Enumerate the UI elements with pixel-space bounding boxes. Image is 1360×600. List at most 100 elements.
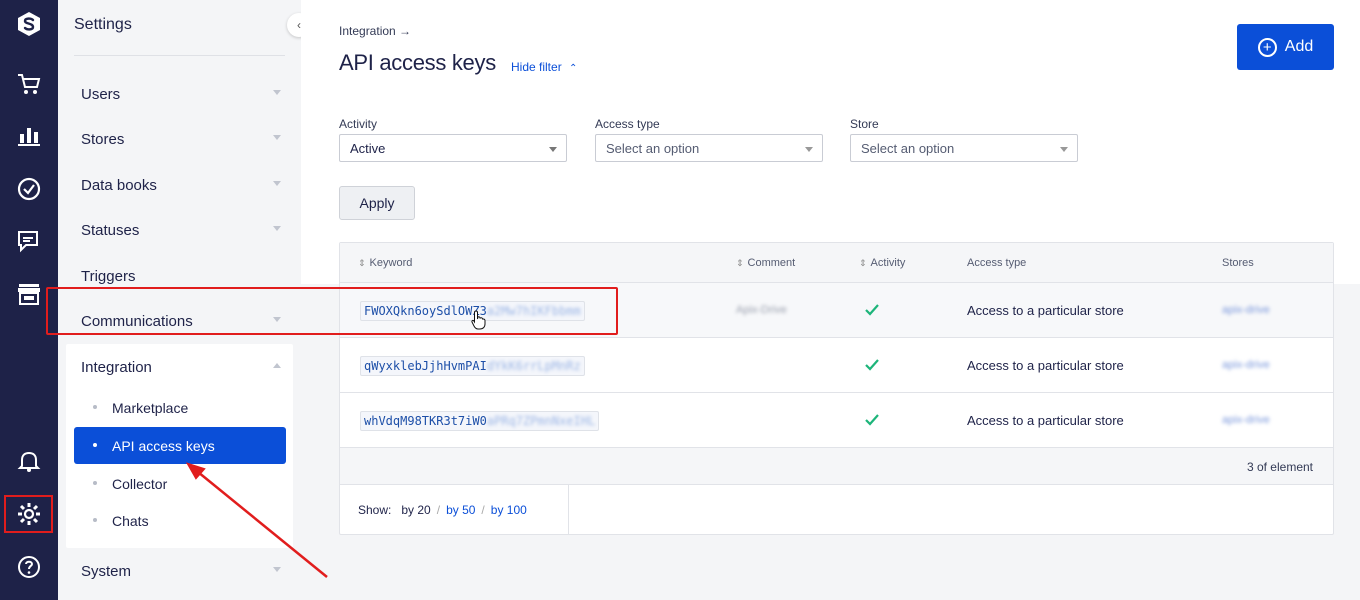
sort-icon: ⇕	[859, 258, 867, 268]
sort-icon: ⇕	[358, 258, 366, 268]
chats-icon[interactable]	[9, 222, 49, 262]
chevron-down-icon	[273, 226, 281, 231]
table-header: ⇕ Keyword ⇕ Comment ⇕ Activity Access type …	[340, 243, 1333, 283]
help-icon[interactable]	[9, 547, 49, 587]
column-header-comment[interactable]: ⇕ Comment	[736, 257, 795, 269]
show-label: Show:	[358, 503, 392, 517]
menu-divider	[74, 55, 285, 56]
chevron-up-icon	[273, 363, 281, 368]
menu-item-statuses[interactable]: Statuses	[81, 215, 281, 245]
add-button-label: Add	[1284, 38, 1314, 55]
comment-text: Apix-Drive	[736, 304, 787, 316]
chevron-down-icon	[273, 90, 281, 95]
separator: /	[436, 503, 441, 517]
access-type-text: Access to a particular store	[967, 413, 1124, 428]
hide-filter-label: Hide filter	[511, 60, 562, 74]
menu-item-label: Data books	[81, 176, 157, 194]
page-size-selector: Show: by 20 / by 50 / by 100	[340, 485, 569, 535]
api-key-text: qWyxklebJjhHvmPAI	[364, 359, 487, 373]
sub-item-label: Collector	[112, 475, 168, 492]
activity-filter-label: Activity	[339, 117, 378, 131]
bullet-icon	[93, 405, 97, 409]
column-header-keyword[interactable]: ⇕ Keyword	[358, 257, 412, 269]
menu-title: Settings	[74, 16, 132, 33]
separator: /	[481, 503, 485, 517]
access-type-select[interactable]: Select an option	[595, 134, 823, 162]
cart-icon[interactable]	[9, 64, 49, 104]
check-icon	[865, 304, 879, 316]
api-key-chip[interactable]: qWyxklebJjhHvmPAI dYkK6rrLpMnRz	[360, 356, 585, 376]
store-link[interactable]: apix-drive	[1222, 359, 1270, 371]
chevron-down-icon	[273, 567, 281, 572]
logo-icon[interactable]	[9, 4, 49, 44]
apply-button[interactable]: Apply	[339, 186, 415, 220]
menu-item-label: Users	[81, 85, 121, 103]
sort-icon: ⇕	[736, 258, 744, 268]
store-filter-label: Store	[850, 117, 879, 131]
api-key-hidden: dYkK6rrLpMnRz	[486, 359, 581, 373]
page-size-100[interactable]: by 100	[491, 503, 527, 517]
activity-select[interactable]: Active	[339, 134, 567, 162]
store-link[interactable]: apix-drive	[1222, 304, 1270, 316]
api-key-chip[interactable]: whVdqM98TKR3t7iW0 aPRq7ZPmnNxeIHL	[360, 411, 600, 431]
hand-cursor-icon	[471, 310, 486, 330]
menu-item-stores[interactable]: Stores	[81, 124, 281, 154]
breadcrumb[interactable]: Integration →	[339, 24, 411, 38]
column-header-label: Activity	[870, 257, 906, 269]
store-select-placeholder: Select an option	[861, 140, 955, 156]
chevron-down-icon	[273, 181, 281, 186]
menu-item-system[interactable]: System	[81, 556, 281, 586]
sub-item-collector[interactable]: Collector	[74, 465, 286, 502]
table-count-row: 3 of element	[340, 448, 1333, 485]
menu-item-data-books[interactable]: Data books	[81, 170, 281, 200]
api-key-text: whVdqM98TKR3t7iW0	[364, 414, 487, 428]
column-header-label: Keyword	[369, 257, 413, 269]
sub-item-label: Marketplace	[112, 399, 189, 416]
menu-item-users[interactable]: Users	[81, 79, 281, 109]
column-header-stores: Stores	[1222, 257, 1254, 269]
add-button[interactable]: + Add	[1237, 24, 1334, 70]
chevron-down-icon	[273, 135, 281, 140]
menu-item-label: Stores	[81, 130, 125, 148]
annotation-highlight-box	[46, 287, 618, 335]
store-link[interactable]: apix-drive	[1222, 414, 1270, 426]
page-size-20[interactable]: by 20	[401, 503, 430, 517]
gear-icon[interactable]	[4, 495, 53, 533]
table-row[interactable]: qWyxklebJjhHvmPAI dYkK6rrLpMnRz Access to…	[340, 338, 1333, 393]
column-header-access-type: Access type	[967, 257, 1027, 269]
access-type-text: Access to a particular store	[967, 358, 1124, 373]
table-row[interactable]: whVdqM98TKR3t7iW0 aPRq7ZPmnNxeIHL Access …	[340, 393, 1333, 448]
column-header-label: Comment	[747, 257, 796, 269]
column-header-activity[interactable]: ⇕ Activity	[859, 257, 905, 269]
bullet-icon	[93, 481, 97, 485]
bullet-icon	[93, 518, 97, 522]
menu-item-label: System	[81, 562, 132, 580]
page-size-50[interactable]: by 50	[446, 503, 475, 517]
hide-filter-link[interactable]: Hide filter ⌃	[511, 60, 577, 74]
plus-circle-icon: +	[1257, 37, 1277, 57]
dropdown-arrow-icon	[549, 147, 557, 152]
element-count: 3 of element	[1246, 460, 1313, 474]
menu-item-label: Integration	[81, 358, 152, 376]
sub-item-marketplace[interactable]: Marketplace	[74, 389, 286, 426]
analytics-icon[interactable]	[9, 116, 49, 156]
dropdown-arrow-icon	[1060, 147, 1068, 152]
access-type-select-placeholder: Select an option	[606, 140, 700, 156]
api-keys-table: ⇕ Keyword ⇕ Comment ⇕ Activity Access type …	[339, 242, 1334, 535]
store-select[interactable]: Select an option	[850, 134, 1078, 162]
sub-item-chats[interactable]: Chats	[74, 502, 286, 539]
bell-icon[interactable]	[9, 441, 49, 481]
bullet-icon	[93, 443, 97, 447]
menu-item-integration[interactable]: Integration	[81, 352, 281, 382]
activity-select-value: Active	[350, 140, 386, 156]
api-key-hidden: aPRq7ZPmnNxeIHL	[486, 414, 596, 428]
tasks-icon[interactable]	[9, 169, 49, 209]
dropdown-arrow-icon	[805, 147, 813, 152]
chevron-up-icon: ⌃	[569, 63, 578, 74]
access-type-text: Access to a particular store	[967, 303, 1124, 318]
sub-item-api-access-keys[interactable]: API access keys	[74, 427, 286, 464]
sub-item-label: API access keys	[112, 437, 215, 454]
store-icon[interactable]	[9, 274, 49, 314]
sub-item-label: Chats	[112, 512, 149, 529]
check-icon	[865, 414, 879, 426]
